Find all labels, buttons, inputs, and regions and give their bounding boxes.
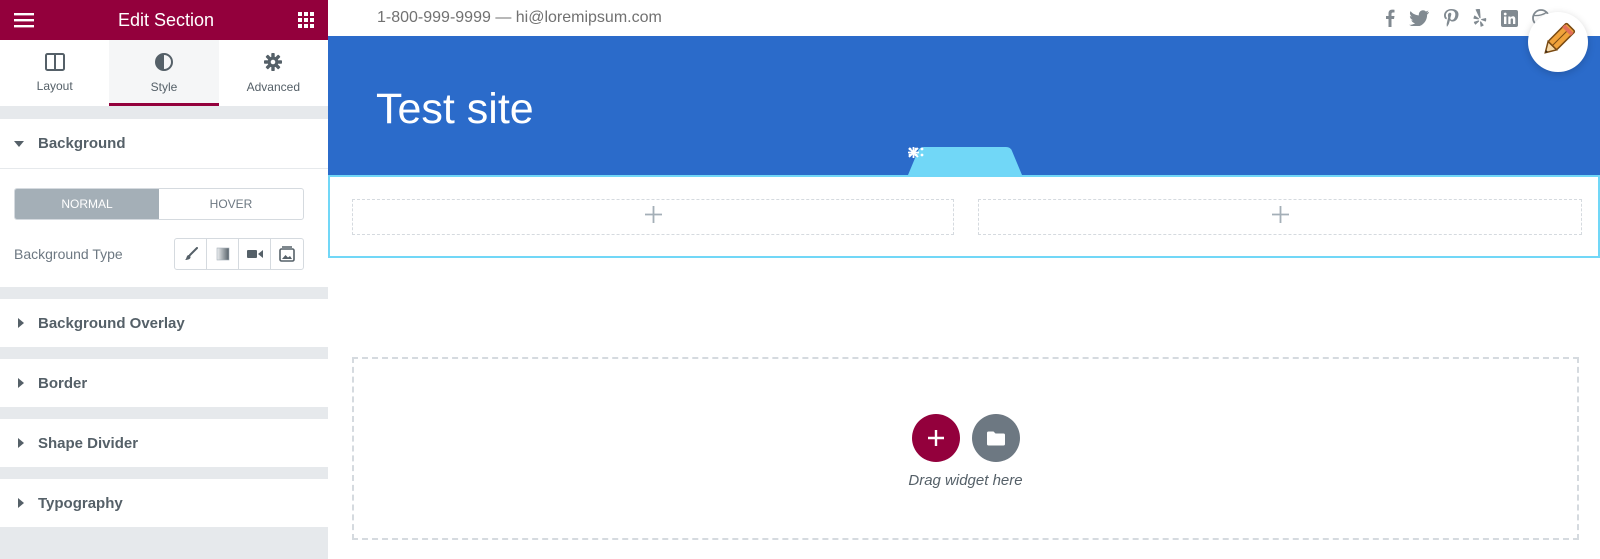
tab-layout[interactable]: Layout [0,40,109,106]
caret-right-icon [18,318,38,328]
tab-style[interactable]: Style [109,40,219,106]
twitter-icon[interactable] [1409,10,1429,26]
plus-icon [1271,206,1289,228]
section-handle [908,147,1022,175]
sidebar-tabs: Layout Style Advanced [0,40,328,107]
tab-label: Style [150,80,178,94]
panel-title: Background [38,135,126,152]
linkedin-icon[interactable] [1501,9,1518,27]
gradient-icon[interactable] [207,239,239,269]
editor-sidebar: Edit Section Layout Style Advanced Backg… [0,0,328,559]
preview-canvas: 1-800-999-9999 — hi@loremipsum.com Test … [328,0,1600,559]
facebook-icon[interactable] [1385,9,1395,27]
caret-down-icon [14,140,38,147]
drop-zone-text: Drag widget here [908,472,1023,489]
section-label: Background Overlay [38,314,185,332]
background-panel-header[interactable]: Background [0,119,328,169]
background-overlay-section[interactable]: Background Overlay [0,299,328,347]
video-icon[interactable] [239,239,271,269]
border-section[interactable]: Border [0,359,328,407]
caret-right-icon [18,498,38,508]
add-new-section-button[interactable] [911,414,960,462]
pencil-icon [1538,20,1578,65]
section-label: Border [38,374,88,392]
contrast-icon [154,52,174,75]
drop-zone[interactable]: Drag widget here [352,357,1579,540]
site-topbar: 1-800-999-9999 — hi@loremipsum.com [328,0,1600,36]
background-type-choices [174,238,304,270]
background-type-control: Background Type [14,238,304,270]
state-hover-tab[interactable]: HOVER [159,189,303,219]
background-type-label: Background Type [14,246,123,262]
caret-right-icon [18,438,38,448]
add-template-button[interactable] [971,414,1020,462]
contact-info: 1-800-999-9999 — hi@loremipsum.com [377,9,662,26]
state-switch: NORMAL HOVER [14,188,304,220]
caret-right-icon [18,378,38,388]
tab-advanced[interactable]: Advanced [219,40,328,106]
edit-pencil-badge[interactable] [1528,12,1588,72]
gear-icon [263,52,283,75]
social-icons [1385,9,1550,27]
menu-icon[interactable] [14,12,34,28]
brush-icon[interactable] [175,239,207,269]
sidebar-title: Edit Section [117,9,215,30]
sidebar-header: Edit Section [0,0,328,40]
widgets-grid-icon[interactable] [298,12,314,28]
tab-label: Advanced [246,80,300,94]
typography-section[interactable]: Typography [0,479,328,527]
site-title: Test site [376,85,534,133]
plus-icon [644,206,662,228]
section-label: Typography [38,494,123,512]
tab-label: Layout [36,79,73,93]
selected-section[interactable] [328,175,1600,258]
columns-icon [44,53,65,74]
pinterest-icon[interactable] [1443,9,1459,27]
empty-column-left[interactable] [352,199,954,235]
shape-divider-section[interactable]: Shape Divider [0,419,328,467]
background-panel: Background NORMAL HOVER Background Type [0,119,328,287]
empty-column-right[interactable] [978,199,1582,235]
section-label: Shape Divider [38,434,139,452]
hero-section[interactable]: Test site [328,36,1600,175]
slideshow-icon[interactable] [271,239,303,269]
yelp-icon[interactable] [1473,9,1487,27]
state-normal-tab[interactable]: NORMAL [15,189,159,219]
